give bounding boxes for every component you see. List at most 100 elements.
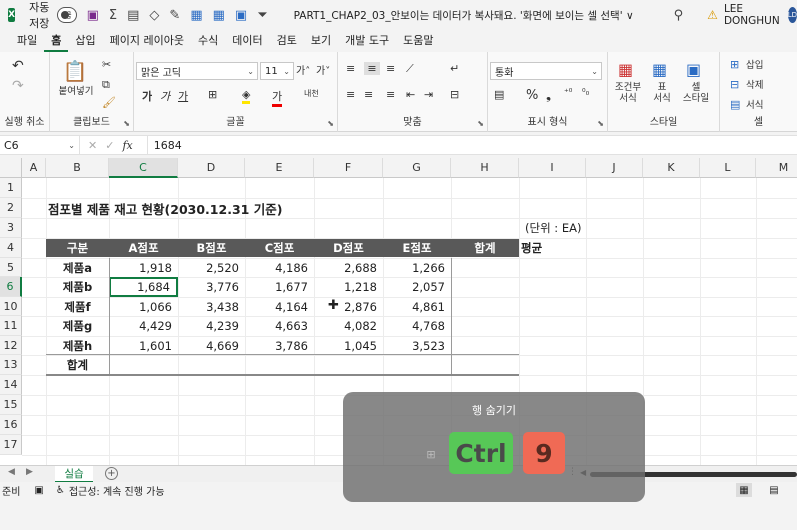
row-header[interactable]: 3 bbox=[0, 218, 22, 238]
row-label-cell[interactable]: 제품b bbox=[46, 277, 109, 297]
row-header[interactable]: 13 bbox=[0, 355, 22, 375]
prev-sheet-icon[interactable]: ◀ bbox=[8, 467, 15, 477]
copy-icon[interactable]: ⧉ bbox=[102, 78, 110, 92]
row-header[interactable]: 4 bbox=[0, 238, 22, 258]
row-header[interactable]: 15 bbox=[0, 395, 22, 415]
data-cell[interactable]: 1,601 bbox=[109, 336, 178, 355]
column-header-d[interactable]: D bbox=[178, 158, 245, 178]
tab-review[interactable]: 검토 bbox=[270, 32, 304, 52]
percent-icon[interactable]: % bbox=[526, 88, 538, 103]
average-header[interactable]: 평균 bbox=[521, 238, 542, 258]
data-cell[interactable]: 2,057 bbox=[383, 277, 451, 297]
normal-view-icon[interactable]: ▦ bbox=[736, 483, 752, 497]
selected-cell[interactable]: 1,684 bbox=[109, 277, 178, 297]
tab-view[interactable]: 보기 bbox=[304, 32, 338, 52]
number-format-select[interactable]: 통화 ⌄ bbox=[490, 62, 602, 80]
table-header-cell[interactable]: 구분 bbox=[46, 239, 109, 257]
data-cell[interactable]: 2,520 bbox=[178, 258, 245, 277]
font-size-select[interactable]: 11 ⌄ bbox=[260, 62, 294, 80]
tab-page-layout[interactable]: 페이지 레이아웃 bbox=[103, 32, 191, 52]
borders-icon[interactable]: ⊞ bbox=[208, 88, 217, 101]
column-header-c[interactable]: C bbox=[109, 158, 178, 178]
row-label-cell[interactable]: 제품f bbox=[46, 297, 109, 316]
column-header-k[interactable]: K bbox=[643, 158, 700, 178]
column-header-h[interactable]: H bbox=[451, 158, 519, 178]
delete-cells-icon[interactable]: ⊟ bbox=[730, 78, 739, 91]
decrease-indent-icon[interactable]: ⇤ bbox=[406, 88, 415, 101]
sheet-title[interactable]: 점포별 제품 재고 현황(2030.12.31 기준) bbox=[48, 198, 282, 218]
align-left-icon[interactable]: ≡ bbox=[346, 88, 355, 101]
sheet-tab-active[interactable]: 실습 bbox=[55, 466, 93, 483]
tab-help[interactable]: 도움말 bbox=[396, 32, 440, 52]
merge-center-icon[interactable]: ⊟ bbox=[450, 88, 459, 101]
increase-indent-icon[interactable]: ⇥ bbox=[424, 88, 433, 101]
insert-cells-label[interactable]: 삽입 bbox=[746, 60, 763, 71]
row-label-cell[interactable]: 제품h bbox=[46, 336, 109, 355]
row-header[interactable]: 5 bbox=[0, 258, 22, 277]
align-right-icon[interactable]: ≡ bbox=[386, 88, 395, 101]
macro-record-icon[interactable]: ▣ bbox=[34, 485, 43, 496]
wrap-text-icon[interactable]: ↵ bbox=[450, 62, 459, 75]
tab-file[interactable]: 파일 bbox=[10, 32, 44, 52]
conditional-format-label[interactable]: 조건부 서식 bbox=[610, 82, 646, 104]
data-cell[interactable]: 4,082 bbox=[314, 316, 383, 336]
column-header-m[interactable]: M bbox=[756, 158, 797, 178]
format-as-table-label[interactable]: 표 서식 bbox=[644, 82, 680, 104]
data-cell[interactable]: 3,776 bbox=[178, 277, 245, 297]
page-layout-view-icon[interactable]: ▤ bbox=[766, 483, 782, 497]
grow-font-button[interactable]: 가˄ bbox=[296, 62, 310, 77]
column-header-g[interactable]: G bbox=[383, 158, 451, 178]
column-header-l[interactable]: L bbox=[700, 158, 756, 178]
comma-icon[interactable]: ❟ bbox=[546, 88, 551, 103]
user-name[interactable]: LEE DONGHUN bbox=[724, 3, 780, 27]
data-cell[interactable]: 4,239 bbox=[178, 316, 245, 336]
data-cell[interactable]: 2,688 bbox=[314, 258, 383, 277]
column-header-i[interactable]: I bbox=[519, 158, 586, 178]
paste-icon[interactable]: 📋 bbox=[62, 58, 88, 84]
tab-formulas[interactable]: 수식 bbox=[191, 32, 225, 52]
row-header[interactable]: 6 bbox=[0, 277, 22, 297]
column-header-e[interactable]: E bbox=[245, 158, 314, 178]
font-color-icon[interactable]: 가 bbox=[272, 88, 283, 107]
insert-function-button[interactable]: fx bbox=[122, 139, 132, 152]
number-launcher-icon[interactable]: ⬊ bbox=[597, 119, 604, 128]
font-launcher-icon[interactable]: ⬊ bbox=[327, 119, 334, 128]
phonetic-icon[interactable]: 내천 bbox=[304, 88, 319, 99]
table-header-cell[interactable]: B점포 bbox=[178, 239, 245, 257]
italic-button[interactable]: 가 bbox=[160, 88, 170, 104]
tab-developer[interactable]: 개발 도구 bbox=[338, 32, 396, 52]
tab-insert[interactable]: 삽입 bbox=[68, 32, 102, 52]
data-cell[interactable]: 1,066 bbox=[109, 297, 178, 316]
insert-cells-icon[interactable]: ⊞ bbox=[730, 58, 739, 71]
name-box[interactable]: C6 ⌄ bbox=[0, 135, 80, 155]
add-sheet-icon[interactable]: + bbox=[105, 467, 118, 480]
accessibility-status[interactable]: 접근성: 계속 진행 가능 bbox=[69, 483, 165, 498]
data-cell[interactable]: 4,768 bbox=[383, 316, 451, 336]
table-header-cell[interactable]: A점포 bbox=[109, 239, 178, 257]
row-header[interactable]: 11 bbox=[0, 316, 22, 336]
chart-icon[interactable]: ▦ bbox=[213, 7, 225, 23]
select-all-corner[interactable] bbox=[0, 158, 22, 178]
paste-label[interactable]: 붙여넣기 bbox=[54, 86, 98, 97]
data-cell[interactable]: 1,918 bbox=[109, 258, 178, 277]
row-header[interactable]: 12 bbox=[0, 336, 22, 355]
data-cell[interactable]: 4,164 bbox=[245, 297, 314, 316]
tab-data[interactable]: 데이터 bbox=[225, 32, 269, 52]
total-label-cell[interactable]: 합계 bbox=[46, 355, 109, 375]
document-title[interactable]: PART1_CHAP2_03_안보이는 데이터가 복사돼요. '화면에 보이는 … bbox=[294, 8, 634, 23]
sum-icon[interactable]: Σ bbox=[109, 7, 117, 23]
data-cell[interactable]: 1,218 bbox=[314, 277, 383, 297]
undo-icon[interactable]: ↶ bbox=[12, 58, 24, 74]
row-header[interactable]: 16 bbox=[0, 415, 22, 435]
format-painter-brush-icon[interactable]: 🖌 bbox=[102, 96, 116, 109]
data-cell[interactable]: 1,045 bbox=[314, 336, 383, 355]
data-cell[interactable]: 1,266 bbox=[383, 258, 451, 277]
data-cell[interactable]: 4,429 bbox=[109, 316, 178, 336]
fill-color-icon[interactable]: ◈ bbox=[242, 88, 251, 104]
cut-icon[interactable]: ✂ bbox=[102, 58, 111, 71]
font-name-select[interactable]: 맑은 고딕 ⌄ bbox=[136, 62, 258, 80]
row-header[interactable]: 2 bbox=[0, 198, 22, 218]
row-header[interactable]: 1 bbox=[0, 178, 22, 198]
conditional-format-icon[interactable]: ▦ bbox=[618, 60, 633, 79]
enter-icon[interactable]: ✓ bbox=[105, 139, 114, 152]
